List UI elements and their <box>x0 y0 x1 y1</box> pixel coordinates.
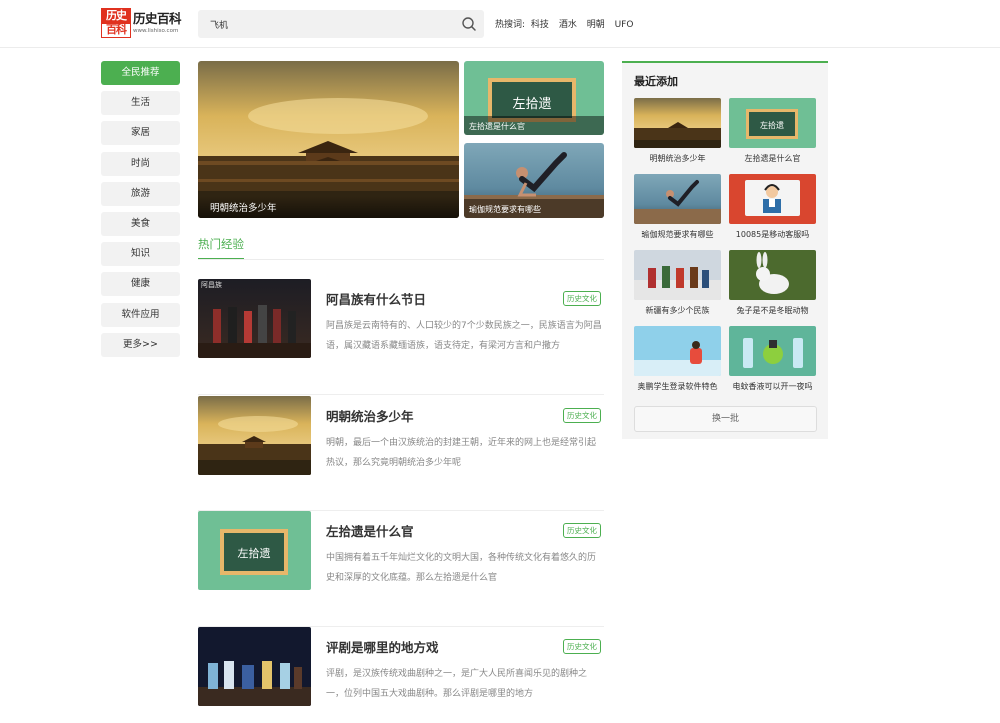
recent-item[interactable]: 奥鹏学生登录软件特色 <box>634 326 721 392</box>
nav-item-life[interactable]: 生活 <box>101 91 180 116</box>
recent-sidebar: 最近添加 明朝统治多少年 左拾遗 左拾遗是什么官 瑜伽规范要求有哪些 10085… <box>622 61 828 439</box>
recent-item[interactable]: 明朝统治多少年 <box>634 98 721 164</box>
hot-search-label: 热搜词: <box>495 20 526 30</box>
hero-carousel: 明朝统治多少年 左拾遗 左拾遗是什么官 瑜伽规范要求有哪些 <box>198 61 604 218</box>
article-thumbnail[interactable] <box>198 626 311 706</box>
search-icon[interactable] <box>460 15 478 33</box>
recent-item[interactable]: 10085是移动客服吗 <box>729 174 816 240</box>
article-item: 阿昌族 阿昌族有什么节日 历史文化 阿昌族是云南特有的、人口较少的7个少数民族之… <box>198 279 604 395</box>
nav-item-health[interactable]: 健康 <box>101 272 180 297</box>
thumbnail-label: 阿昌族 <box>201 280 222 289</box>
article-summary: 中国拥有着五千年灿烂文化的文明大国，各种传统文化有着悠久的历史和深厚的文化底蕴。… <box>326 553 597 583</box>
nav-item-fashion[interactable]: 时尚 <box>101 151 180 176</box>
hot-term-ming[interactable]: 明朝 <box>587 20 605 30</box>
category-nav: 全民推荐 生活 家居 时尚 旅游 美食 知识 健康 软件应用 更多>> <box>101 61 180 363</box>
article-title[interactable]: 评剧是哪里的地方戏 <box>326 637 439 656</box>
article-summary: 阿昌族是云南特有的、人口较少的7个少数民族之一，民族语言为阿昌语，属汉藏语系藏缅… <box>326 321 602 351</box>
article-item: 明朝统治多少年 历史文化 明朝，最后一个由汉族统治的封建王朝，近年来的网上也是经… <box>198 395 604 511</box>
recent-board-text: 左拾遗 <box>760 120 784 130</box>
category-tag[interactable]: 历史文化 <box>563 638 601 654</box>
site-logo[interactable]: 历史 百科 历史百科 www.lishiso.com <box>101 8 183 40</box>
recent-thumbnail <box>634 98 721 148</box>
hot-search: 热搜词: 科技 酒水 明朝 UFO <box>495 17 640 30</box>
recent-caption: 新疆有多少个民族 <box>645 306 710 315</box>
hot-term-wine[interactable]: 酒水 <box>559 20 577 30</box>
article-item: 左拾遗 左拾遗是什么官 历史文化 中国拥有着五千年灿烂文化的文明大国，各种传统文… <box>198 511 604 627</box>
section-divider <box>198 259 604 260</box>
article-summary: 明朝，最后一个由汉族统治的封建王朝，近年来的网上也是经常引起热议，那么究竟明朝统… <box>326 437 597 468</box>
logo-badge: 历史 百科 <box>101 8 131 38</box>
logo-badge-top: 历史 <box>101 8 131 23</box>
refresh-batch-button[interactable]: 换一批 <box>634 406 817 432</box>
article-title[interactable]: 阿昌族有什么节日 <box>326 289 426 308</box>
hero-side-top-caption: 左拾遗是什么官 <box>464 116 604 135</box>
nav-item-software[interactable]: 软件应用 <box>101 302 180 327</box>
hot-term-ufo[interactable]: UFO <box>615 20 634 30</box>
chalkboard-image: 左拾遗 <box>198 511 311 590</box>
recent-caption: 明朝统治多少年 <box>649 154 706 163</box>
hero-board-text: 左拾遗 <box>512 97 551 112</box>
nav-item-knowledge[interactable]: 知识 <box>101 242 180 267</box>
recent-thumbnail <box>634 250 721 300</box>
nav-item-recommend[interactable]: 全民推荐 <box>101 61 180 85</box>
site-header: 历史 百科 历史百科 www.lishiso.com 热搜词: 科技 酒水 明朝… <box>0 0 1000 48</box>
article-title[interactable]: 明朝统治多少年 <box>326 406 414 425</box>
recent-caption: 10085是移动客服吗 <box>735 230 810 239</box>
nav-item-home[interactable]: 家居 <box>101 121 180 146</box>
nav-item-travel[interactable]: 旅游 <box>101 181 180 206</box>
recent-item[interactable]: 瑜伽规范要求有哪些 <box>634 174 721 240</box>
logo-name: 历史百科 <box>133 11 182 26</box>
achang-festival-image: 阿昌族 <box>198 279 311 358</box>
logo-url: www.lishiso.com <box>133 28 179 34</box>
recent-thumbnail <box>729 326 816 376</box>
hero-main-caption: 明朝统治多少年 <box>198 196 459 218</box>
pingju-opera-image <box>198 626 311 706</box>
category-tag[interactable]: 历史文化 <box>563 291 601 306</box>
hot-term-tech[interactable]: 科技 <box>531 20 549 30</box>
article-title[interactable]: 左拾遗是什么官 <box>326 521 414 540</box>
article-thumbnail[interactable]: 左拾遗 <box>198 511 311 590</box>
nav-item-food[interactable]: 美食 <box>101 211 180 236</box>
recent-thumbnail: 左拾遗 <box>729 98 816 148</box>
article-thumbnail[interactable] <box>198 395 311 475</box>
article-thumbnail[interactable]: 阿昌族 <box>198 279 311 358</box>
recent-thumbnail <box>729 250 816 300</box>
recent-caption: 兔子是不是冬眠动物 <box>736 306 809 315</box>
hero-side-card-bottom[interactable]: 瑜伽规范要求有哪些 <box>464 143 604 218</box>
category-tag[interactable]: 历史文化 <box>563 523 601 538</box>
recent-caption: 左拾遗是什么官 <box>744 154 801 163</box>
search-input[interactable] <box>198 10 448 38</box>
search-box <box>198 10 484 38</box>
category-tag[interactable]: 历史文化 <box>563 407 601 423</box>
logo-badge-bottom: 百科 <box>101 23 131 38</box>
sidebar-title: 最近添加 <box>634 75 678 88</box>
recent-caption: 奥鹏学生登录软件特色 <box>637 382 718 391</box>
recent-caption: 瑜伽规范要求有哪些 <box>641 230 714 239</box>
nav-item-more[interactable]: 更多>> <box>101 332 180 357</box>
recent-thumbnail <box>729 174 816 224</box>
recent-item[interactable]: 电蚊香液可以开一夜吗 <box>729 326 816 392</box>
recent-caption: 电蚊香液可以开一夜吗 <box>732 382 813 391</box>
recent-item[interactable]: 新疆有多少个民族 <box>634 250 721 316</box>
recent-item[interactable]: 兔子是不是冬眠动物 <box>729 250 816 316</box>
hero-main-card[interactable]: 明朝统治多少年 <box>198 61 459 218</box>
recent-thumbnail <box>634 174 721 224</box>
recent-thumbnail <box>634 326 721 376</box>
article-item: 评剧是哪里的地方戏 历史文化 评剧，是汉族传统戏曲剧种之一，是广大人民所喜闻乐见… <box>198 626 604 723</box>
forbidden-city-image <box>198 61 459 218</box>
article-summary: 评剧，是汉族传统戏曲剧种之一，是广大人民所喜闻乐见的剧种之一，位列中国五大戏曲剧… <box>326 668 588 699</box>
recent-item[interactable]: 左拾遗 左拾遗是什么官 <box>729 98 816 164</box>
thumbnail-board-text: 左拾遗 <box>238 546 271 560</box>
forbidden-city-image <box>198 395 311 475</box>
hero-side-bottom-caption: 瑜伽规范要求有哪些 <box>464 199 604 218</box>
article-list: 阿昌族 阿昌族有什么节日 历史文化 阿昌族是云南特有的、人口较少的7个少数民族之… <box>198 279 604 723</box>
section-title-hot[interactable]: 热门经验 <box>198 236 244 260</box>
hero-side-card-top[interactable]: 左拾遗 左拾遗是什么官 <box>464 61 604 135</box>
